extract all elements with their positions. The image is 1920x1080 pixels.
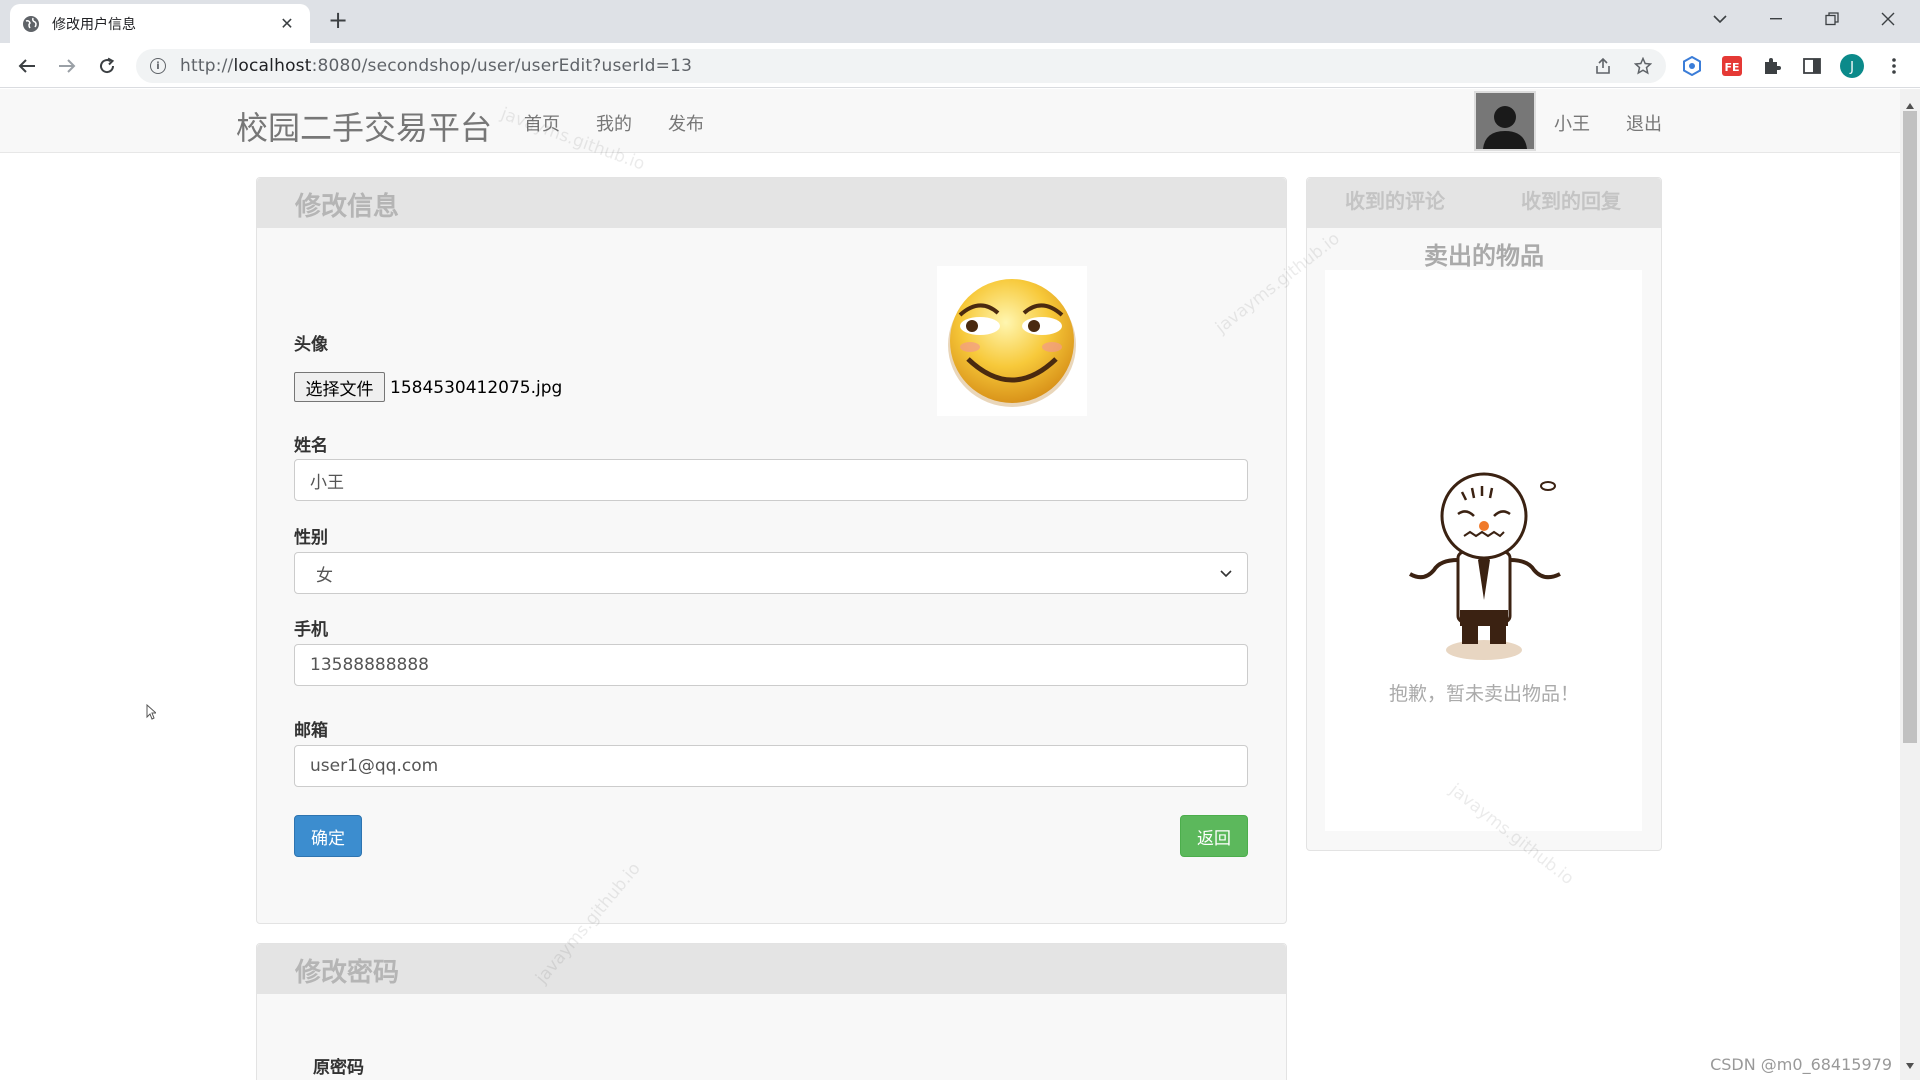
- sold-items-title: 卖出的物品: [1424, 242, 1544, 270]
- reload-icon[interactable]: [92, 51, 122, 81]
- tab-title: 修改用户信息: [52, 16, 136, 33]
- user-avatar[interactable]: [1474, 91, 1536, 151]
- minimize-button[interactable]: [1748, 0, 1804, 38]
- gender-label: 性别: [294, 528, 328, 548]
- share-icon[interactable]: [1588, 49, 1618, 83]
- profile-avatar[interactable]: J: [1840, 54, 1864, 78]
- email-label: 邮箱: [294, 721, 328, 741]
- site-navbar: 校园二手交易平台 首页 我的 发布 小王 退出: [0, 89, 1900, 153]
- tab-received-replies[interactable]: 收到的回复: [1521, 185, 1621, 214]
- avatar-preview-image: [937, 266, 1087, 416]
- site-info-icon[interactable]: i: [150, 58, 166, 74]
- mouse-cursor-icon: [146, 703, 158, 724]
- nav-logout[interactable]: 退出: [1626, 110, 1662, 136]
- browser-tab-strip: 修改用户信息 ✕ +: [0, 0, 1920, 43]
- name-label: 姓名: [294, 436, 328, 456]
- browser-toolbar: i http://localhost:8080/secondshop/user/…: [0, 43, 1920, 88]
- old-password-label: 原密码: [313, 1058, 364, 1078]
- extensions-puzzle-icon[interactable]: [1760, 54, 1784, 78]
- forward-arrow-icon[interactable]: [52, 51, 82, 81]
- nav-link-mine[interactable]: 我的: [596, 110, 632, 136]
- nav-username[interactable]: 小王: [1554, 110, 1590, 136]
- change-password-panel: 修改密码: [256, 943, 1287, 1080]
- avatar-label: 头像: [294, 335, 328, 355]
- globe-icon: [22, 15, 40, 33]
- new-tab-button[interactable]: +: [324, 6, 352, 34]
- tab-received-comments[interactable]: 收到的评论: [1345, 185, 1445, 214]
- confirm-button[interactable]: 确定: [294, 815, 362, 857]
- browser-menu-icon[interactable]: [1882, 54, 1906, 78]
- close-window-button[interactable]: [1860, 0, 1916, 38]
- close-tab-icon[interactable]: ✕: [276, 14, 298, 33]
- change-password-header: 修改密码: [257, 944, 1286, 994]
- side-panel-icon[interactable]: [1800, 54, 1824, 78]
- address-bar[interactable]: i http://localhost:8080/secondshop/user/…: [136, 49, 1666, 83]
- restore-button[interactable]: [1804, 0, 1860, 38]
- back-arrow-icon[interactable]: [12, 51, 42, 81]
- csdn-watermark: CSDN @m0_68415979: [1710, 1055, 1892, 1074]
- site-brand[interactable]: 校园二手交易平台: [236, 103, 492, 149]
- phone-field[interactable]: 13588888888: [294, 644, 1248, 686]
- extension-fe-icon[interactable]: FE: [1720, 54, 1744, 78]
- chevron-down-icon: [1220, 563, 1232, 583]
- tab-search-icon[interactable]: [1692, 0, 1748, 38]
- back-button[interactable]: 返回: [1180, 815, 1248, 857]
- edit-info-title: 修改信息: [295, 192, 400, 222]
- bookmark-star-icon[interactable]: [1628, 49, 1658, 83]
- name-field[interactable]: 小王: [294, 459, 1248, 501]
- browser-tab[interactable]: 修改用户信息 ✕: [10, 4, 310, 43]
- scroll-thumb[interactable]: [1903, 111, 1917, 743]
- chosen-file-name: 1584530412075.jpg: [390, 378, 563, 398]
- email-field[interactable]: user1@qq.com: [294, 745, 1248, 787]
- phone-label: 手机: [294, 620, 328, 640]
- extension-hexagon-icon[interactable]: [1680, 54, 1704, 78]
- gender-selected-value: 女: [316, 565, 333, 586]
- edit-info-header: 修改信息: [257, 178, 1286, 228]
- sorry-cartoon-image: [1400, 470, 1570, 665]
- edit-info-panel: 修改信息: [256, 177, 1287, 924]
- change-password-title: 修改密码: [295, 958, 400, 988]
- scroll-down-icon[interactable]: [1905, 1055, 1915, 1074]
- no-sold-items-message: 抱歉，暂未卖出物品！: [1388, 683, 1579, 705]
- svg-text:J: J: [1849, 60, 1854, 75]
- page-scrollbar[interactable]: [1900, 89, 1920, 1080]
- choose-file-button[interactable]: 选择文件: [294, 372, 385, 402]
- url-text: http://localhost:8080/secondshop/user/us…: [180, 56, 693, 76]
- nav-link-publish[interactable]: 发布: [668, 110, 704, 136]
- gender-select[interactable]: 女: [294, 552, 1248, 594]
- svg-text:FE: FE: [1724, 61, 1739, 74]
